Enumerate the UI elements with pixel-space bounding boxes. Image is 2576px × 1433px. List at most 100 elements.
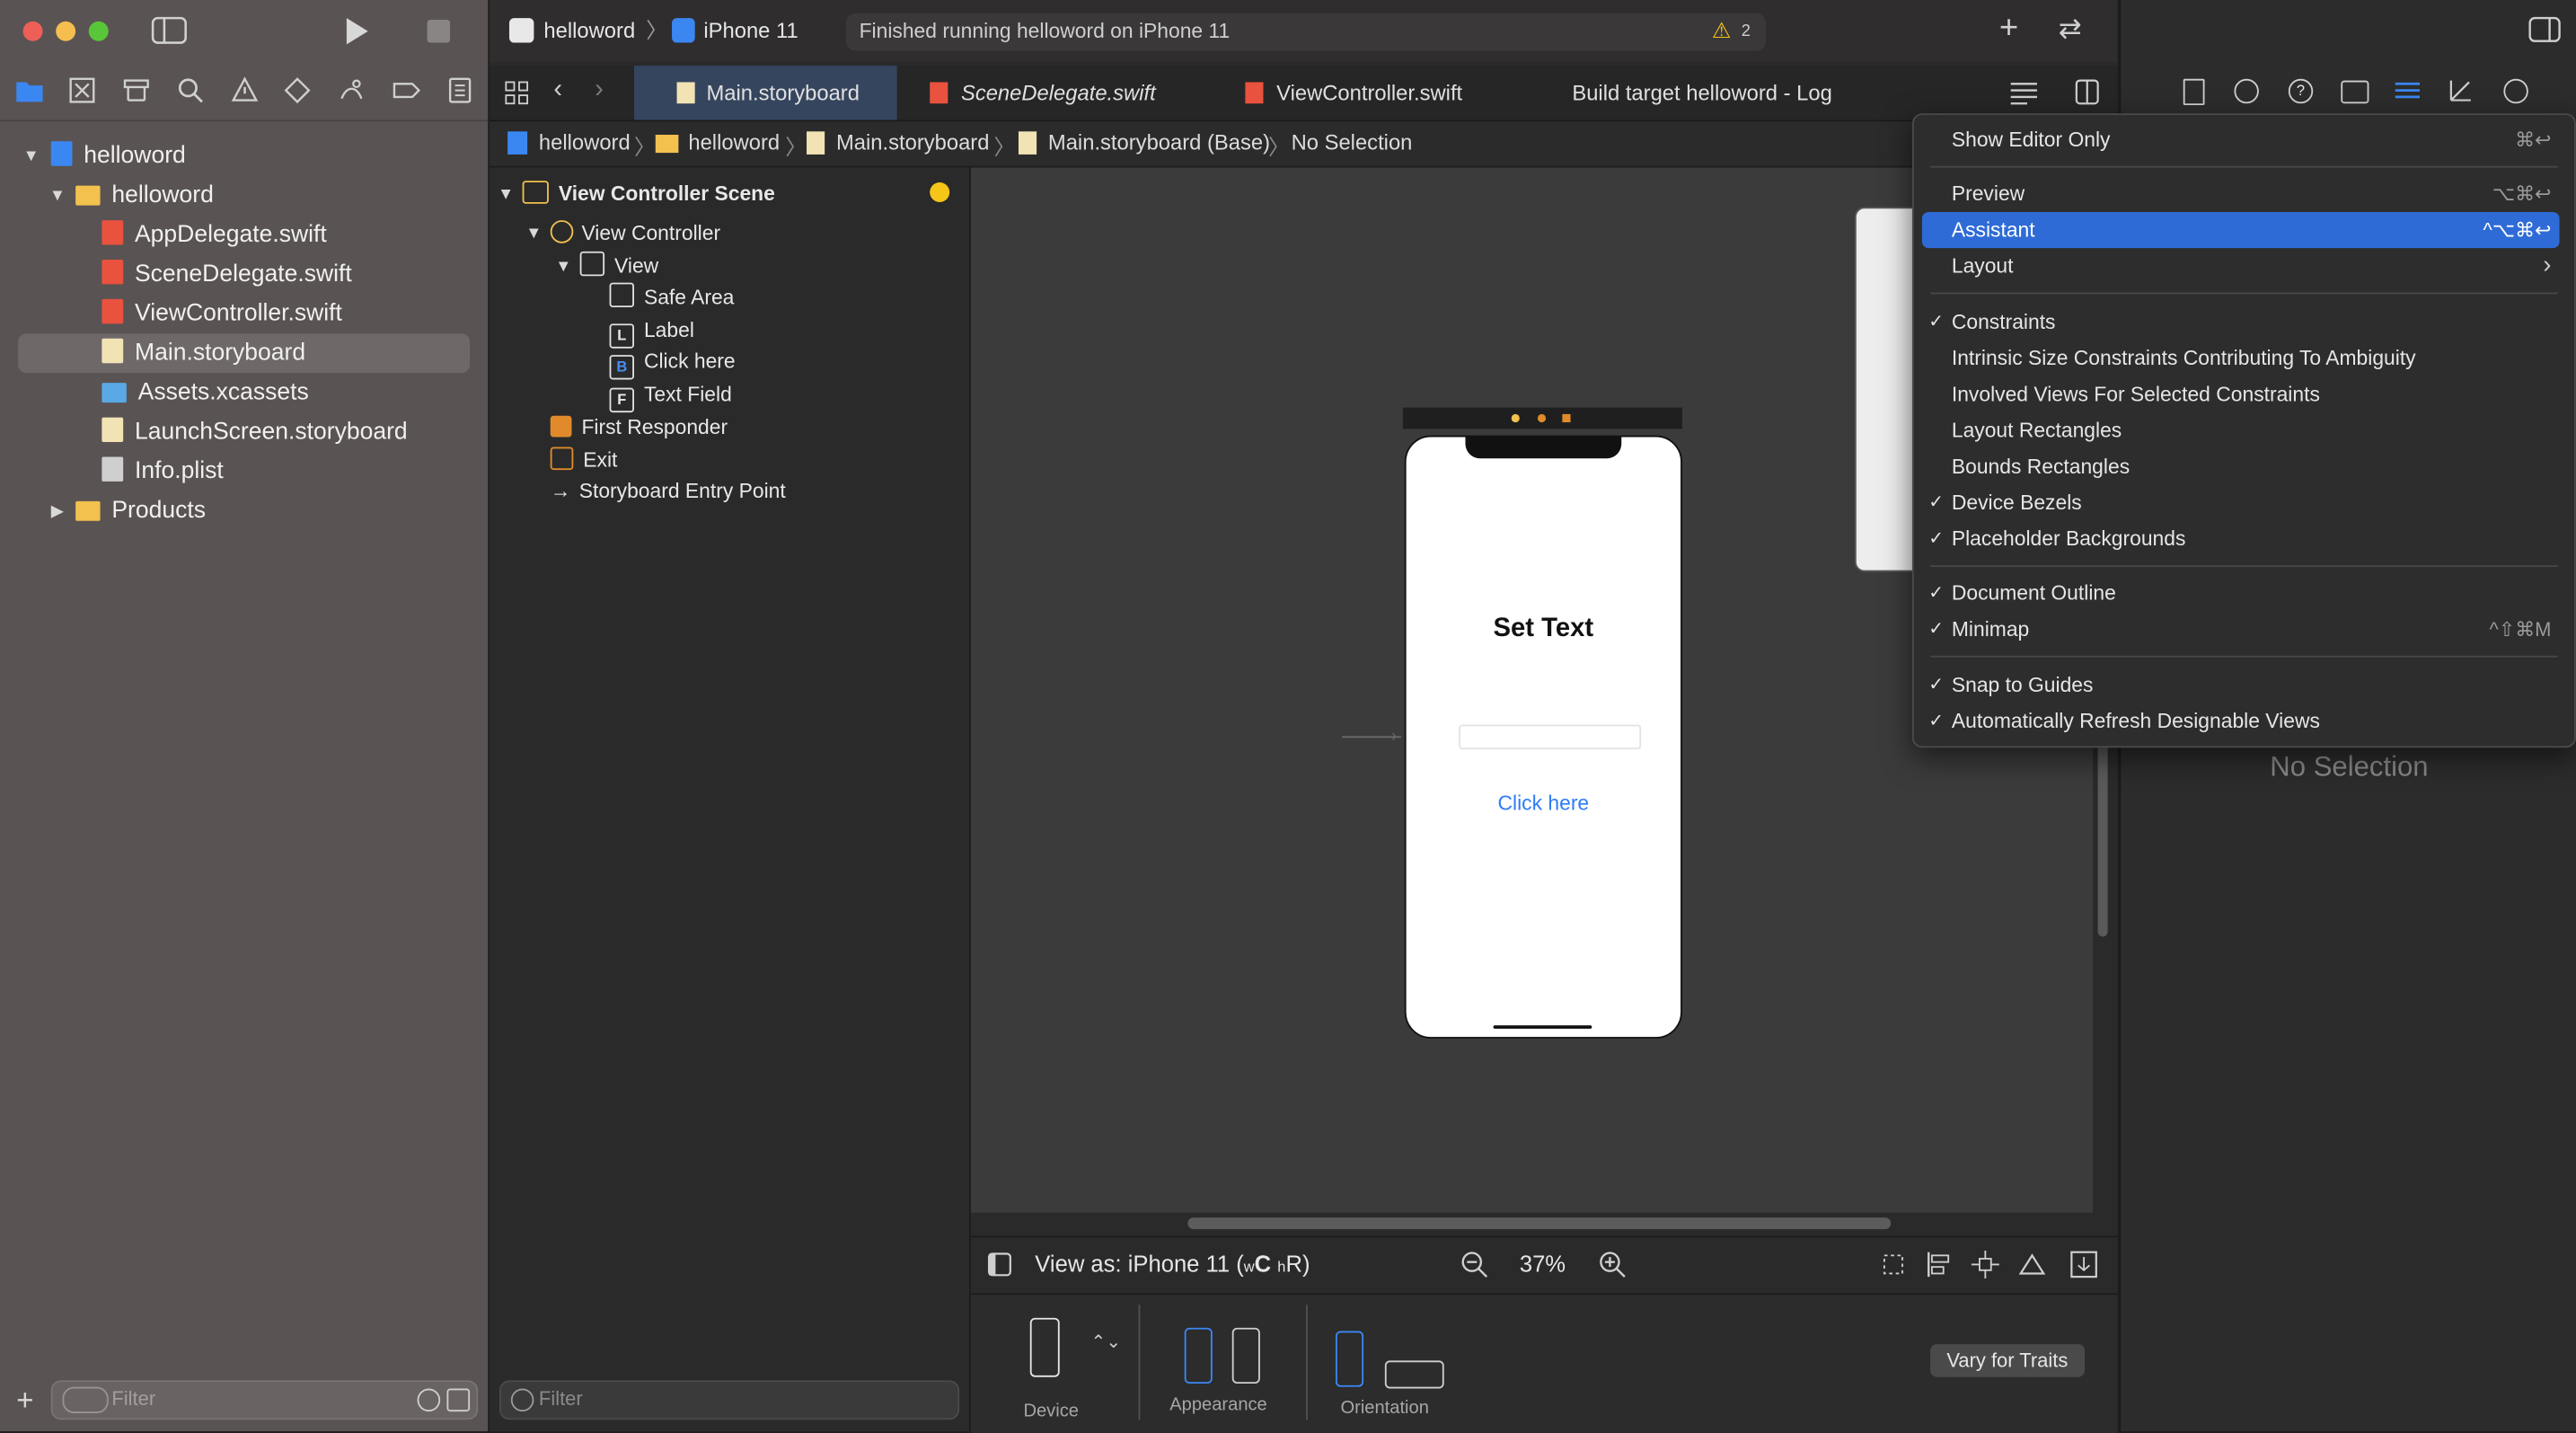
appearance-dark-icon[interactable] xyxy=(1231,1327,1260,1384)
resolve-issues-icon[interactable] xyxy=(2017,1251,2047,1278)
tree-item-infoplist[interactable]: Info.plist xyxy=(101,452,224,491)
outline-exit[interactable]: Exit xyxy=(550,444,617,477)
warning-indicator-icon[interactable] xyxy=(930,182,950,202)
menu-item-layout[interactable]: Layout › xyxy=(1922,248,2560,284)
forward-arrow-icon[interactable]: › xyxy=(595,75,604,105)
issue-navigator-icon[interactable] xyxy=(230,75,260,105)
identity-inspector-icon[interactable] xyxy=(2341,80,2369,104)
minimize-window-button[interactable] xyxy=(56,21,76,41)
vertical-scrollbar[interactable] xyxy=(2097,742,2108,937)
recent-files-icon[interactable] xyxy=(417,1388,441,1412)
iphone-scene[interactable]: Set Text Click here xyxy=(1404,435,1682,1039)
add-editor-icon[interactable] xyxy=(2075,79,2099,105)
file-inspector-icon[interactable] xyxy=(2183,78,2205,106)
disclosure-expanded-icon[interactable]: ▼ xyxy=(525,226,542,243)
navigator-filter-field[interactable]: Filter xyxy=(50,1380,479,1420)
tree-item-group-helloword[interactable]: helloword xyxy=(75,176,214,216)
report-navigator-icon[interactable] xyxy=(446,75,475,105)
zoom-window-button[interactable] xyxy=(88,21,109,41)
tree-item-products[interactable]: Products xyxy=(75,491,206,531)
menu-item-involved-views[interactable]: Involved Views For Selected Constraints xyxy=(1922,376,2560,412)
connections-inspector-icon[interactable] xyxy=(2503,78,2528,104)
outline-safe-area[interactable]: Safe Area xyxy=(609,281,734,314)
tree-item-launchscreen[interactable]: LaunchScreen.storyboard xyxy=(101,412,408,452)
run-button[interactable] xyxy=(343,16,369,46)
scheme-selector[interactable]: helloword 〉 iPhone 11 xyxy=(508,13,798,45)
menu-item-layout-rectangles[interactable]: Layout Rectangles xyxy=(1922,412,2560,448)
update-frames-icon[interactable] xyxy=(1879,1251,1907,1278)
history-inspector-icon[interactable] xyxy=(2234,78,2259,104)
menu-item-minimap[interactable]: ✓ Minimap ^⇧⌘M xyxy=(1922,611,2560,647)
tree-item-main-storyboard[interactable]: Main.storyboard xyxy=(18,333,471,374)
related-items-icon[interactable] xyxy=(505,81,529,105)
folder-icon[interactable] xyxy=(14,75,44,105)
disclosure-expanded-icon[interactable]: ▼ xyxy=(23,148,40,166)
tree-item-assets[interactable]: Assets.xcassets xyxy=(101,373,309,412)
tree-item-appdelegate[interactable]: AppDelegate.swift xyxy=(101,216,327,255)
back-arrow-icon[interactable]: ‹ xyxy=(553,75,562,105)
test-navigator-icon[interactable] xyxy=(283,75,313,105)
add-constraints-icon[interactable] xyxy=(1971,1250,1999,1278)
attributes-inspector-icon[interactable] xyxy=(2395,79,2421,102)
breadcrumb-selection[interactable]: No Selection xyxy=(1292,129,1413,154)
menu-item-refresh-designable-views[interactable]: ✓ Automatically Refresh Designable Views xyxy=(1922,703,2560,739)
debug-navigator-icon[interactable] xyxy=(337,75,366,105)
embed-in-icon[interactable] xyxy=(2070,1251,2098,1278)
text-field[interactable] xyxy=(1459,724,1642,750)
menu-item-show-editor-only[interactable]: Show Editor Only ⌘↩ xyxy=(1922,121,2560,157)
device-phone-icon[interactable] xyxy=(1029,1317,1060,1377)
outline-filter-field[interactable]: Filter xyxy=(499,1380,960,1420)
outline-first-responder[interactable]: First Responder xyxy=(550,411,728,444)
breadcrumb-group[interactable]: helloword xyxy=(688,129,780,154)
editor-options-icon[interactable] xyxy=(2009,81,2039,105)
source-control-icon[interactable] xyxy=(67,75,97,105)
warning-icon[interactable]: ⚠ xyxy=(1712,18,1731,44)
outline-view-controller[interactable]: View Controller xyxy=(550,217,720,250)
breadcrumb-localization[interactable]: Main.storyboard (Base) xyxy=(1048,129,1270,154)
show-modified-icon[interactable] xyxy=(446,1388,471,1412)
search-icon[interactable] xyxy=(176,75,206,105)
menu-item-constraints[interactable]: ✓ Constraints xyxy=(1922,304,2560,340)
click-here-button[interactable]: Click here xyxy=(1407,792,1681,816)
disclosure-expanded-icon[interactable]: ▼ xyxy=(555,258,571,276)
tab-scenedelegate[interactable]: SceneDelegate.swift xyxy=(930,66,1156,119)
inspector-toggle-icon[interactable] xyxy=(2528,16,2562,42)
horizontal-scrollbar[interactable] xyxy=(1187,1217,1892,1230)
disclosure-collapsed-icon[interactable]: ▶ xyxy=(51,503,64,521)
breadcrumb-file[interactable]: Main.storyboard xyxy=(836,129,989,154)
stop-button[interactable] xyxy=(427,19,451,43)
menu-item-assistant[interactable]: Assistant ^⌥⌘↩ xyxy=(1921,211,2560,249)
disclosure-expanded-icon[interactable]: ▼ xyxy=(49,188,66,206)
first-responder-icon[interactable] xyxy=(1537,413,1547,423)
menu-item-preview[interactable]: Preview ⌥⌘↩ xyxy=(1922,176,2560,212)
outline-view[interactable]: View xyxy=(579,250,658,283)
outline-entry-point[interactable]: → Storyboard Entry Point xyxy=(551,475,786,509)
outline-scene[interactable]: View Controller Scene xyxy=(522,178,775,211)
tab-viewcontroller[interactable]: ViewController.swift xyxy=(1245,66,1462,119)
close-window-button[interactable] xyxy=(22,21,43,41)
add-library-icon[interactable]: + xyxy=(1999,10,2018,48)
menu-item-placeholder-backgrounds[interactable]: ✓ Placeholder Backgrounds xyxy=(1922,521,2560,557)
vary-for-traits-button[interactable]: Vary for Traits xyxy=(1930,1344,2085,1377)
menu-item-bounds-rectangles[interactable]: Bounds Rectangles xyxy=(1922,448,2560,484)
tab-main-storyboard[interactable]: Main.storyboard xyxy=(633,66,897,120)
tab-build-log[interactable]: Build target helloword - Log xyxy=(1572,66,1831,119)
orientation-portrait-icon[interactable] xyxy=(1335,1331,1364,1387)
device-stepper-icon[interactable]: ⌃⌄ xyxy=(1090,1331,1121,1352)
disclosure-expanded-icon[interactable]: ▼ xyxy=(498,186,514,204)
exit-icon[interactable] xyxy=(1562,413,1571,423)
menu-item-intrinsic-size-constraints[interactable]: Intrinsic Size Constraints Contributing … xyxy=(1922,341,2560,376)
hide-outline-icon[interactable] xyxy=(987,1252,1011,1277)
code-review-icon[interactable]: ⇄ xyxy=(2059,13,2082,47)
align-icon[interactable] xyxy=(1926,1251,1954,1278)
menu-item-device-bezels[interactable]: ✓ Device Bezels xyxy=(1922,485,2560,521)
breadcrumb-project[interactable]: helloword xyxy=(539,129,631,154)
tree-item-project[interactable]: helloword xyxy=(50,137,186,176)
symbol-navigator-icon[interactable] xyxy=(121,75,151,105)
view-controller-icon[interactable] xyxy=(1511,413,1520,423)
filter-options-icon[interactable] xyxy=(62,1386,109,1413)
menu-item-snap-to-guides[interactable]: ✓ Snap to Guides xyxy=(1922,668,2560,703)
activity-view[interactable]: Finished running helloword on iPhone 11 … xyxy=(845,13,1767,51)
zoom-in-icon[interactable] xyxy=(1599,1251,1627,1278)
breakpoint-navigator-icon[interactable] xyxy=(391,75,421,105)
